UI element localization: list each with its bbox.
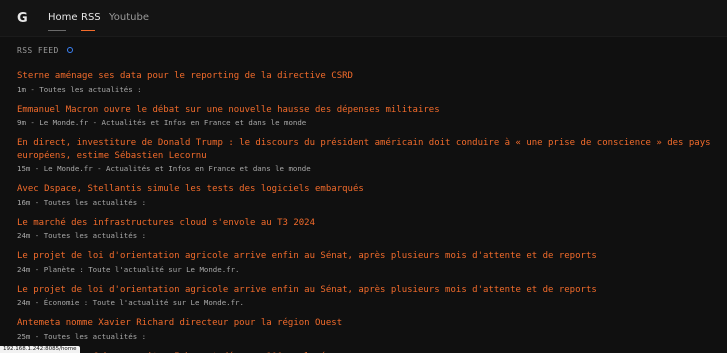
tab-youtube[interactable]: Youtube <box>109 12 149 23</box>
feed-item-separator: - <box>25 84 40 94</box>
feed-item-separator: - <box>30 164 44 173</box>
feed-item-source: Toutes les actualités : <box>43 231 147 240</box>
feed-item-time: 24m <box>17 231 31 240</box>
feed-item-source: Toutes les actualités : <box>43 331 147 341</box>
tab-home-underline <box>48 30 66 31</box>
feed-item-title-link[interactable]: Antemeta nomme Xavier Richard directeur … <box>17 317 717 330</box>
feed-item: Sterne aménage ses data pour le reportin… <box>17 70 717 95</box>
feed-item-time: 25m <box>17 331 31 341</box>
feed-item: Le projet de loi d'orientation agricole … <box>17 250 717 275</box>
feed-item-time: 9m <box>17 118 26 127</box>
feed-item-time: 16m <box>17 197 31 207</box>
feed-item-time: 24m <box>17 298 31 307</box>
feed-item-source: Économie : Toute l'actualité sur Le Mond… <box>43 298 244 307</box>
feed-item-source: Planète : Toute l'actualité sur Le Monde… <box>43 264 240 274</box>
section-header: RSS FEED <box>17 46 73 55</box>
feed-item: Avec Dspace, Stellantis simule les tests… <box>17 183 717 208</box>
feed-item-title-link[interactable]: Sterne aménage ses data pour le reportin… <box>17 70 717 83</box>
feed-item-meta: 24m - Économie : Toute l'actualité sur L… <box>17 297 717 308</box>
feed-item-time: 1m <box>17 84 26 94</box>
section-title: RSS FEED <box>17 46 59 55</box>
feed-item-time: 24m <box>17 264 31 274</box>
circle-status-icon <box>66 46 73 53</box>
tab-rss[interactable]: RSS <box>81 12 101 23</box>
status-bar-url: 192.168.1.242:8085/home <box>0 346 80 353</box>
feed-item-title-link[interactable]: Le projet de loi d'orientation agricole … <box>17 284 717 297</box>
feed-item-meta: 25m - Toutes les actualités : <box>17 331 717 342</box>
feed-item-source: Le Monde.fr - Actualités et Infos en Fra… <box>43 164 311 173</box>
top-navbar: G Home RSS Youtube <box>0 0 727 37</box>
feed-item-separator: - <box>30 197 44 207</box>
feed-item-meta: 9m - Le Monde.fr - Actualités et Infos e… <box>17 117 717 128</box>
feed-item: En direct, investiture de Donald Trump :… <box>17 137 717 174</box>
tab-home[interactable]: Home <box>48 12 78 23</box>
feed-item: Le projet de loi d'orientation agricole … <box>17 284 717 309</box>
tab-rss-underline <box>81 30 95 31</box>
feed-item: Antemeta nomme Xavier Richard directeur … <box>17 317 717 342</box>
feed-item-time: 15m <box>17 164 31 173</box>
feed-item-title-link[interactable]: En direct, investiture de Donald Trump :… <box>17 137 717 162</box>
feed-item-title-link[interactable]: Avec Dspace, Stellantis simule les tests… <box>17 183 717 196</box>
feed-item: Emmanuel Macron ouvre le débat sur une n… <box>17 104 717 129</box>
rss-feed-list: Sterne aménage ses data pour le reportin… <box>17 70 717 353</box>
feed-item: Le marché des infrastructures cloud s'en… <box>17 217 717 242</box>
feed-item-source: Le Monde.fr - Actualités et Infos en Fra… <box>39 118 307 127</box>
logo[interactable]: G <box>17 11 28 26</box>
feed-item-source: Toutes les actualités : <box>43 197 147 207</box>
feed-item-title-link[interactable]: Emmanuel Macron ouvre le débat sur une n… <box>17 104 717 117</box>
feed-item-title-link[interactable]: Le marché des infrastructures cloud s'en… <box>17 217 717 230</box>
feed-item-separator: - <box>30 264 44 274</box>
feed-item-source: Toutes les actualités : <box>39 84 142 94</box>
feed-item-title-link[interactable]: Le projet de loi d'orientation agricole … <box>17 250 717 263</box>
feed-item-meta: 24m - Toutes les actualités : <box>17 230 717 241</box>
feed-item-meta: 24m - Planète : Toute l'actualité sur Le… <box>17 264 717 275</box>
feed-item-separator: - <box>30 298 44 307</box>
feed-item-meta: 16m - Toutes les actualités : <box>17 197 717 208</box>
app-window: G Home RSS Youtube RSS FEED Sterne aména… <box>0 0 727 353</box>
feed-item-separator: - <box>30 231 44 240</box>
feed-item-meta: 15m - Le Monde.fr - Actualités et Infos … <box>17 163 717 174</box>
feed-item-separator: - <box>30 331 44 341</box>
feed-item-meta: 1m - Toutes les actualités : <box>17 84 717 95</box>
feed-item-separator: - <box>25 118 40 127</box>
